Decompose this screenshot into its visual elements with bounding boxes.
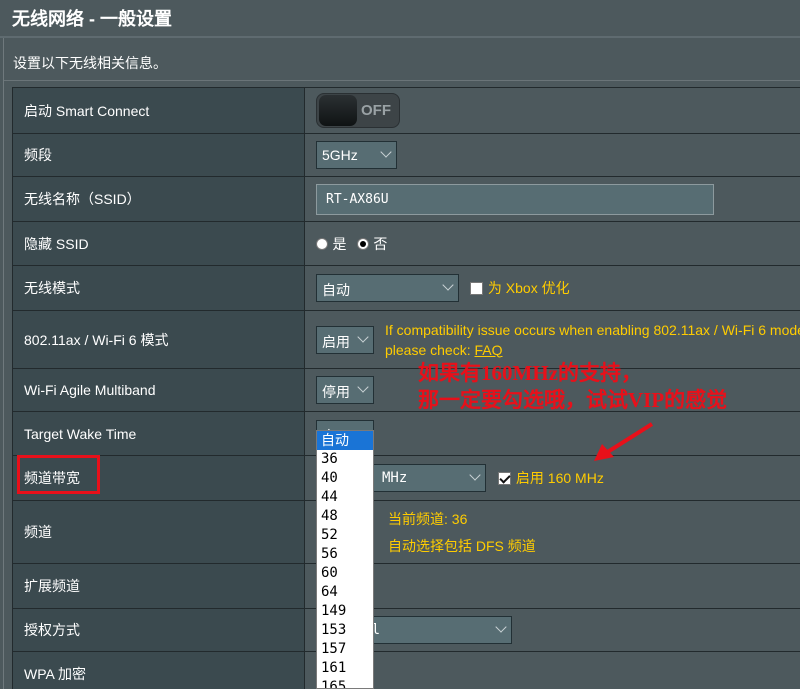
xbox-optimize-label: 为 Xbox 优化 — [487, 280, 570, 296]
chevron-down-icon — [380, 146, 392, 158]
band-label: 频段 — [12, 133, 305, 177]
ext-channel-label: 扩展频道 — [12, 563, 305, 609]
row-wpa: WPA 加密 — [12, 651, 800, 689]
arrow-shaft — [604, 422, 654, 455]
channel-option[interactable]: 48 — [317, 507, 373, 526]
channel-option[interactable]: 36 — [317, 450, 373, 469]
wifi6-note-line1: If compatibility issue occurs when enabl… — [385, 321, 800, 338]
row-ssid: 无线名称（SSID） RT-AX86U — [12, 176, 800, 222]
row-smart-connect: 启动 Smart Connect OFF — [12, 87, 800, 134]
channel-option[interactable]: 153 — [317, 621, 373, 640]
title-underline — [0, 36, 800, 38]
auth-label: 授权方式 — [12, 608, 305, 652]
row-target-wake-time: Target Wake Time 启用 — [12, 411, 800, 456]
hide-ssid-cell: 是 否 — [304, 221, 800, 266]
chevron-down-icon — [442, 279, 454, 291]
wifi6-mode-value: 启用 — [322, 333, 350, 350]
arrow-head — [594, 444, 614, 461]
enable-160-label: 启用 160 MHz — [515, 470, 604, 486]
left-border — [3, 38, 4, 689]
wifi6-mode-select[interactable]: 启用 — [316, 325, 374, 354]
title-bar: 无线网络 - 一般设置 — [0, 0, 800, 38]
chevron-down-icon — [357, 330, 369, 343]
toggle-off-text: OFF — [361, 102, 391, 119]
channel-cell: 当前频道: 36 自动选择包括 DFS 频道 — [304, 500, 800, 564]
annotation-line1: 如果有160MHz的支持， — [418, 361, 642, 385]
band-select[interactable]: 5GHz — [316, 141, 397, 169]
channel-option[interactable]: 56 — [317, 545, 373, 564]
ssid-label: 无线名称（SSID） — [12, 176, 305, 222]
row-bandwidth: 频道带宽 80/160 MHz 启用 160 MHz — [12, 455, 800, 501]
agile-multiband-select[interactable]: 停用 — [316, 376, 374, 404]
row-band: 频段 5GHz — [12, 133, 800, 177]
wpa-label: WPA 加密 — [12, 651, 305, 689]
wifi6-note-check: please check: — [385, 341, 471, 358]
chevron-down-icon — [357, 381, 369, 393]
enable-160-checkbox[interactable] — [498, 471, 512, 485]
row-wireless-mode: 无线模式 自动 为 Xbox 优化 — [12, 265, 800, 311]
channel-option[interactable]: 44 — [317, 488, 373, 507]
wireless-mode-cell: 自动 为 Xbox 优化 — [304, 265, 800, 311]
faq-link[interactable]: FAQ — [475, 342, 503, 358]
wifi6-compat-note: If compatibility issue occurs when enabl… — [385, 320, 800, 360]
smart-connect-cell: OFF — [304, 87, 800, 134]
channel-option[interactable]: 60 — [317, 564, 373, 583]
hide-ssid-yes-label: 是 — [332, 235, 347, 252]
channel-option[interactable]: 40 — [317, 469, 373, 488]
section-divider — [4, 80, 800, 81]
ext-channel-cell — [304, 563, 800, 609]
wireless-mode-select[interactable]: 自动 — [316, 274, 459, 302]
current-channel: 当前频道: 36 — [388, 510, 468, 527]
chevron-down-icon — [495, 621, 507, 633]
wireless-mode-value: 自动 — [322, 282, 350, 298]
target-wake-time-label: Target Wake Time — [12, 411, 305, 456]
wpa-cell — [304, 651, 800, 689]
band-cell: 5GHz — [304, 133, 800, 177]
agile-multiband-label: Wi-Fi Agile Multiband — [12, 368, 305, 412]
xbox-optimize-checkbox[interactable] — [470, 281, 484, 295]
channel-label: 频道 — [12, 500, 305, 564]
dfs-label: 自动选择包括 DFS 频道 — [388, 537, 536, 554]
page-subtitle: 设置以下无线相关信息。 — [13, 55, 167, 71]
agile-multiband-value: 停用 — [322, 384, 350, 400]
row-hide-ssid: 隐藏 SSID 是 否 — [12, 221, 800, 266]
red-arrow-icon — [594, 422, 654, 461]
hide-ssid-no-radio[interactable] — [356, 237, 369, 250]
hide-ssid-yes-radio[interactable] — [316, 237, 328, 250]
hide-ssid-label: 隐藏 SSID — [12, 221, 305, 266]
channel-option[interactable]: 161 — [317, 659, 373, 678]
ssid-input[interactable]: RT-AX86U — [316, 183, 714, 215]
channel-option[interactable]: 自动 — [317, 431, 373, 450]
smart-connect-toggle[interactable]: OFF — [316, 93, 400, 128]
target-wake-time-cell: 启用 — [304, 411, 800, 456]
row-ext-channel: 扩展频道 — [12, 563, 800, 609]
chevron-down-icon — [469, 469, 481, 481]
highlight-box — [17, 455, 100, 494]
row-channel: 频道 当前频道: 36 自动选择包括 DFS 频道 — [12, 500, 800, 564]
annotation-text: 如果有160MHz的支持， 那一定要勾选哦，试试VIP的感觉 — [418, 360, 727, 414]
wifi6-mode-label: 802.11ax / Wi-Fi 6 模式 — [12, 310, 305, 369]
row-auth: 授权方式 ersonal — [12, 608, 800, 652]
channel-option[interactable]: 157 — [317, 640, 373, 659]
channel-dropdown-list[interactable]: 自动 36 40 44 48 52 56 60 64 149 153 157 161 165 — [316, 430, 374, 689]
annotation-line2: 那一定要勾选哦，试试VIP的感觉 — [418, 388, 728, 412]
ssid-cell: RT-AX86U — [304, 176, 800, 222]
auth-cell: ersonal — [304, 608, 800, 652]
wireless-mode-label: 无线模式 — [12, 265, 305, 311]
band-select-value: 5GHz — [322, 147, 358, 163]
channel-option[interactable]: 52 — [317, 526, 373, 545]
bandwidth-cell: 80/160 MHz 启用 160 MHz — [304, 455, 800, 501]
channel-option[interactable]: 149 — [317, 602, 373, 621]
wifi6-note-line2: please check: FAQ — [385, 340, 800, 360]
page-title: 无线网络 - 一般设置 — [12, 9, 172, 29]
channel-option[interactable]: 64 — [317, 583, 373, 602]
channel-option[interactable]: 165 — [317, 678, 373, 688]
smart-connect-label: 启动 Smart Connect — [12, 87, 305, 134]
toggle-knob — [319, 95, 357, 126]
hide-ssid-no-label: 否 — [373, 235, 388, 252]
dfs-option: 自动选择包括 DFS 频道 — [388, 536, 800, 556]
